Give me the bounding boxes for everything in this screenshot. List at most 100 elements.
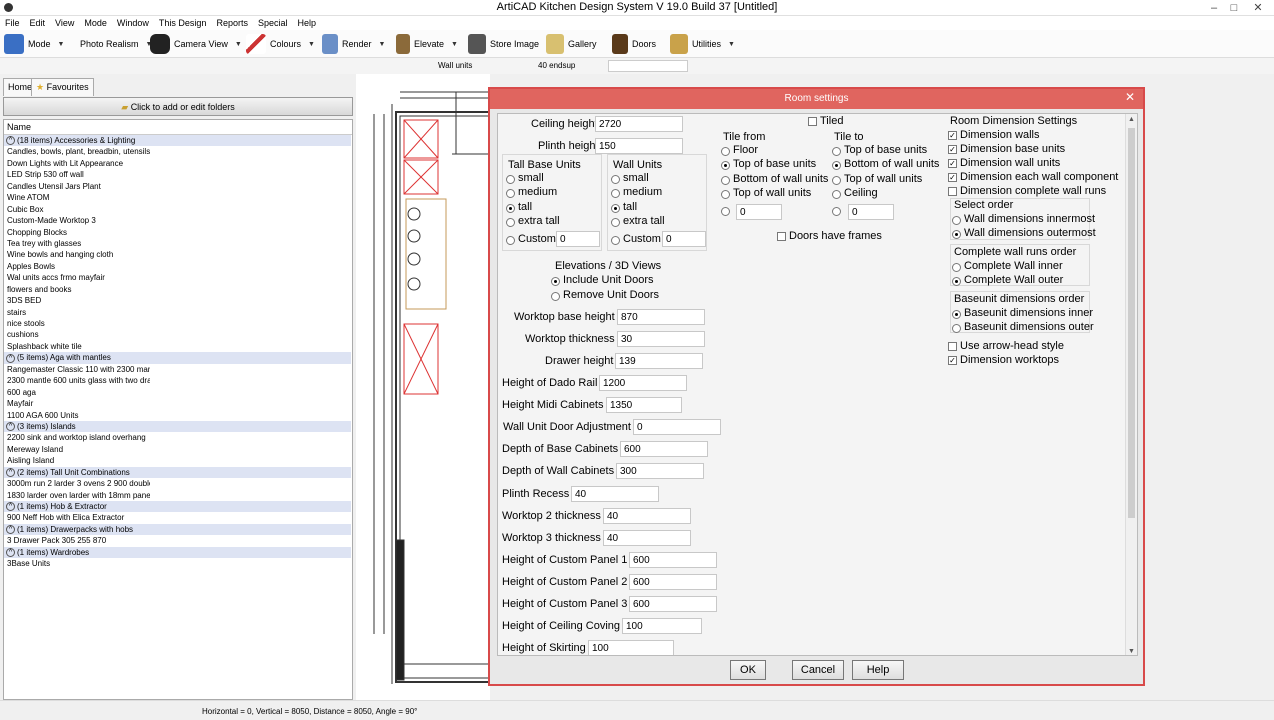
complete-wall-outer-radio[interactable] <box>952 277 961 286</box>
field-input[interactable]: 1200 <box>599 375 687 391</box>
tile-to-custom-radio[interactable] <box>832 207 841 216</box>
chevron-down-icon[interactable]: ▼ <box>58 41 65 48</box>
chevron-down-icon[interactable]: ▼ <box>379 41 386 48</box>
collapse-icon[interactable]: ^ <box>6 422 15 432</box>
field-input[interactable]: 40 <box>603 508 691 524</box>
tile-to-top-base-radio[interactable] <box>832 147 841 156</box>
list-item[interactable]: nice stools <box>4 318 150 329</box>
collapse-icon[interactable]: ^ <box>6 548 15 558</box>
field-input[interactable]: 100 <box>588 640 674 655</box>
tile-to-top-wall-radio[interactable] <box>832 176 841 185</box>
menu-view[interactable]: View <box>50 16 79 30</box>
field-input[interactable]: 30 <box>617 331 705 347</box>
list-item[interactable]: Tea trey with glasses <box>4 238 150 249</box>
field-input[interactable]: 100 <box>622 618 702 634</box>
field-input[interactable]: 1350 <box>606 397 682 413</box>
list-item[interactable]: 3Base Units <box>4 558 150 569</box>
tile-from-floor-radio[interactable] <box>721 147 730 156</box>
list-item[interactable]: 900 Neff Hob with Elica Extractor <box>4 512 150 523</box>
maximize-button[interactable]: □ <box>1224 0 1244 16</box>
complete-wall-inner-radio[interactable] <box>952 263 961 272</box>
dimension-walls-checkbox[interactable]: ✓ <box>948 131 957 140</box>
list-item[interactable]: stairs <box>4 307 150 318</box>
field-input[interactable]: 300 <box>616 463 704 479</box>
elevate-button[interactable]: Elevate ▼ <box>396 33 458 55</box>
collapse-icon[interactable]: ^ <box>6 136 15 146</box>
chevron-down-icon[interactable]: ▼ <box>728 41 735 48</box>
tile-from-custom-radio[interactable] <box>721 207 730 216</box>
menu-edit[interactable]: Edit <box>25 16 51 30</box>
list-item[interactable]: Candles, bowls, plant, breadbin, utensil… <box>4 146 150 157</box>
group-header[interactable]: ^ (1 items) Drawerpacks with hobs <box>4 523 351 536</box>
field-input[interactable]: 600 <box>629 574 717 590</box>
collapse-icon[interactable]: ^ <box>6 353 15 363</box>
wall-dimensions-innermost-radio[interactable] <box>952 216 961 225</box>
list-item[interactable]: LED Strip 530 off wall <box>4 169 150 180</box>
ok-button[interactable]: OK <box>730 660 766 680</box>
tall-base-tall-radio[interactable] <box>506 204 515 213</box>
tall-base-custom-radio[interactable] <box>506 236 515 245</box>
dimension-wall-units-checkbox[interactable]: ✓ <box>948 159 957 168</box>
drawing-canvas[interactable] <box>356 74 490 700</box>
store-image-button[interactable]: Store Image <box>468 33 539 55</box>
scroll-up-icon[interactable]: ▲ <box>1128 116 1135 123</box>
list-item[interactable]: Chopping Blocks <box>4 227 150 238</box>
add-folders-button[interactable]: ▰ Click to add or edit folders <box>3 97 353 116</box>
wall-units-tall-radio[interactable] <box>611 204 620 213</box>
wall-units-medium-radio[interactable] <box>611 189 620 198</box>
menu-mode[interactable]: Mode <box>79 16 112 30</box>
field-input[interactable]: 40 <box>571 486 659 502</box>
list-item[interactable]: Wine ATOM <box>4 192 150 203</box>
chevron-down-icon[interactable]: ▼ <box>235 41 242 48</box>
info-field[interactable] <box>608 60 688 72</box>
menu-this-design[interactable]: This Design <box>154 16 212 30</box>
tab-favourites[interactable]: ★ Favourites <box>31 78 94 96</box>
tile-to-ceiling-radio[interactable] <box>832 190 841 199</box>
tile-from-custom-input[interactable]: 0 <box>736 204 782 220</box>
doors-button[interactable]: Doors <box>612 33 656 55</box>
list-item[interactable]: 3 Drawer Pack 305 255 870 <box>4 535 150 546</box>
list-item[interactable]: flowers and books <box>4 284 150 295</box>
list-item[interactable]: 1830 larder oven larder with 18mm panel <box>4 490 150 501</box>
remove-unit-doors-radio[interactable] <box>551 292 560 301</box>
collapse-icon[interactable]: ^ <box>6 502 15 512</box>
photo-realism-button[interactable]: Photo Realism ▼ <box>80 33 152 55</box>
list-item[interactable]: Mereway Island <box>4 444 150 455</box>
chevron-down-icon[interactable]: ▼ <box>308 41 315 48</box>
utilities-button[interactable]: Utilities ▼ <box>670 33 735 55</box>
camera-view-button[interactable]: Camera View ▼ <box>150 33 242 55</box>
field-input[interactable]: 0 <box>633 419 721 435</box>
list-item[interactable]: Apples Bowls <box>4 261 150 272</box>
include-unit-doors-radio[interactable] <box>551 277 560 286</box>
group-header[interactable]: ^ (5 items) Aga with mantles <box>4 352 351 364</box>
list-item[interactable]: 3DS BED <box>4 295 150 306</box>
field-input[interactable]: 40 <box>603 530 691 546</box>
list-item[interactable]: 1100 AGA 600 Units <box>4 410 150 421</box>
wall-units-extra-tall-radio[interactable] <box>611 218 620 227</box>
collapse-icon[interactable]: ^ <box>6 525 15 535</box>
colours-button[interactable]: Colours ▼ <box>246 33 315 55</box>
tile-from-bottom-wall-radio[interactable] <box>721 176 730 185</box>
list-item[interactable]: Rangemaster Classic 110 with 2300 mantle <box>4 364 150 375</box>
tall-base-custom-input[interactable]: 0 <box>556 231 600 247</box>
menu-window[interactable]: Window <box>112 16 154 30</box>
ceiling-height-input[interactable]: 2720 <box>595 116 683 132</box>
list-item[interactable]: Splashback white tile <box>4 341 150 352</box>
dimension-base-units-checkbox[interactable]: ✓ <box>948 145 957 154</box>
baseunit-dimensions-outer-radio[interactable] <box>952 324 961 333</box>
tall-base-medium-radio[interactable] <box>506 189 515 198</box>
tall-base-small-radio[interactable] <box>506 175 515 184</box>
list-item[interactable]: Cubic Box <box>4 204 150 215</box>
help-button[interactable]: Help <box>852 660 904 680</box>
wall-units-custom-input[interactable]: 0 <box>662 231 706 247</box>
group-header[interactable]: ^ (18 items) Accessories & Lighting <box>4 135 351 147</box>
dimension-complete-runs-checkbox[interactable] <box>948 187 957 196</box>
dimension-worktops-checkbox[interactable]: ✓ <box>948 356 957 365</box>
group-header[interactable]: ^ (2 items) Tall Unit Combinations <box>4 466 351 479</box>
plinth-height-input[interactable]: 150 <box>595 138 683 154</box>
render-button[interactable]: Render ▼ <box>322 33 385 55</box>
dimension-each-component-checkbox[interactable]: ✓ <box>948 173 957 182</box>
list-item[interactable]: 3000m run 2 larder 3 ovens 2 900 double <box>4 478 150 489</box>
collapse-icon[interactable]: ^ <box>6 468 15 478</box>
baseunit-dimensions-inner-radio[interactable] <box>952 310 961 319</box>
